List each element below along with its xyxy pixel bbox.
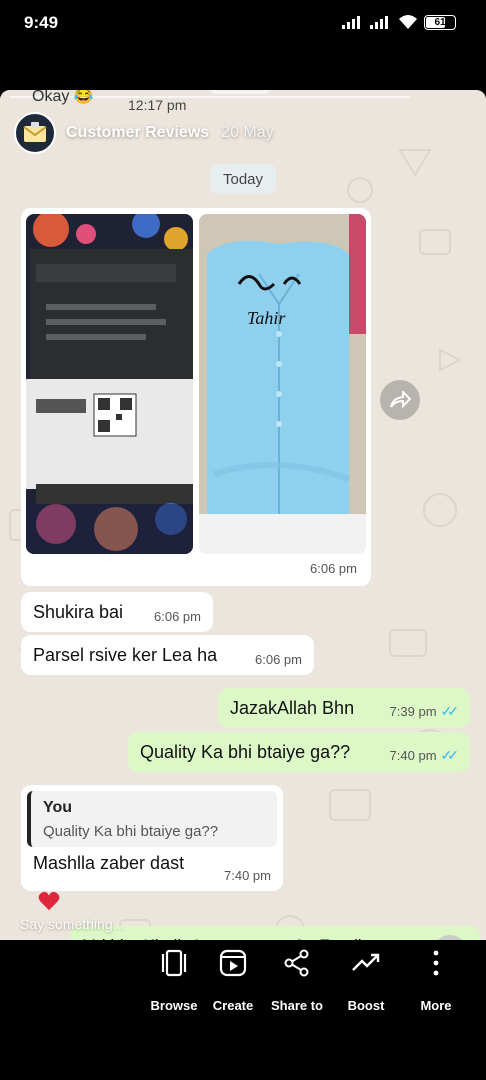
- nav-label: Browse: [150, 998, 198, 1013]
- forward-button[interactable]: [380, 380, 420, 420]
- signal-icon: [342, 15, 360, 29]
- forward-icon: [390, 391, 411, 409]
- message-bubble-in[interactable]: Shukira bai 6:06 pm: [21, 592, 213, 632]
- message-bubble-out[interactable]: JazakAllah Bhn 7:39 pm ✓✓: [218, 688, 470, 728]
- message-text: Mashlla zaber dast: [33, 853, 185, 873]
- envelope-icon: [23, 122, 47, 142]
- peek-text: Okay 😂: [32, 90, 94, 105]
- message-time: 7:39 pm ✓✓: [390, 703, 460, 720]
- message-bubble-in[interactable]: Parsel rsive ker Lea ha 6:06 pm: [21, 635, 314, 675]
- message-bubble-out[interactable]: Quality Ka bhi btaiye ga?? 7:40 pm ✓✓: [128, 732, 470, 772]
- nav-share[interactable]: Share to: [257, 946, 337, 1013]
- status-icons: 61: [342, 14, 456, 30]
- nav-boost[interactable]: Boost: [326, 946, 406, 1013]
- nav-label: Boost: [347, 998, 385, 1013]
- media-time: 6:06 pm: [310, 561, 357, 576]
- bottom-nav: Browse Create Share to Boost More: [0, 940, 486, 1080]
- heart-icon[interactable]: [38, 890, 60, 912]
- quoted-author: You: [43, 799, 73, 816]
- create-icon: [216, 946, 250, 980]
- story-header[interactable]: Customer Reviews 20 May: [14, 112, 274, 154]
- message-time: 6:06 pm: [255, 652, 302, 667]
- share-icon: [280, 946, 314, 980]
- media-message[interactable]: Tahir 6:06 pm: [21, 208, 371, 586]
- browse-icon: [157, 946, 191, 980]
- story-date: 20 May: [221, 124, 274, 141]
- signal-icon: [370, 15, 388, 29]
- nav-label: Create: [212, 998, 254, 1013]
- story-viewer[interactable]: Okay 😂 12:17 pm Customer Reviews 20 May …: [0, 90, 486, 952]
- date-separator: Today: [210, 164, 276, 194]
- parcel-image: [26, 214, 193, 554]
- message-time: 7:40 pm ✓✓: [390, 747, 460, 764]
- message-text: Parsel rsive ker Lea ha: [33, 645, 218, 665]
- peek-bubble: [210, 90, 270, 94]
- reply-message-bubble[interactable]: You Quality Ka bhi btaiye ga?? Mashlla z…: [21, 785, 283, 891]
- top-black-bar: [0, 44, 486, 90]
- quoted-text: Quality Ka bhi btaiye ga??: [43, 823, 219, 840]
- message-time: 6:06 pm: [154, 609, 201, 624]
- nav-label: Share to: [270, 998, 323, 1013]
- message-text: JazakAllah Bhn: [230, 698, 355, 718]
- parcel-photo[interactable]: [26, 214, 193, 554]
- story-username[interactable]: Customer Reviews: [66, 124, 209, 142]
- message-text: Quality Ka bhi btaiye ga??: [140, 742, 351, 762]
- kurta-photo[interactable]: Tahir: [199, 214, 366, 554]
- wifi-icon: [399, 15, 417, 29]
- avatar[interactable]: [14, 112, 56, 154]
- previous-message-peek: Okay 😂 12:17 pm: [0, 90, 486, 113]
- read-ticks-icon: ✓✓: [440, 703, 460, 719]
- more-icon: [419, 946, 453, 980]
- battery-icon: 61: [424, 14, 456, 30]
- peek-time: 12:17 pm: [128, 97, 187, 113]
- read-ticks-icon: ✓✓: [440, 747, 460, 763]
- battery-level: 61: [434, 16, 446, 28]
- quoted-message[interactable]: You Quality Ka bhi btaiye ga??: [27, 791, 277, 847]
- reply-input[interactable]: Say something...: [20, 916, 124, 932]
- message-text: Shukira bai: [33, 602, 124, 622]
- kurta-image: Tahir: [199, 214, 366, 554]
- status-time: 9:49: [24, 13, 59, 32]
- photo-caption: Tahir: [247, 308, 286, 328]
- boost-icon: [349, 946, 383, 980]
- message-time: 7:40 pm: [224, 868, 271, 883]
- nav-label: More: [420, 998, 452, 1013]
- status-bar: 9:49 61: [0, 0, 486, 44]
- nav-more[interactable]: More: [396, 946, 476, 1013]
